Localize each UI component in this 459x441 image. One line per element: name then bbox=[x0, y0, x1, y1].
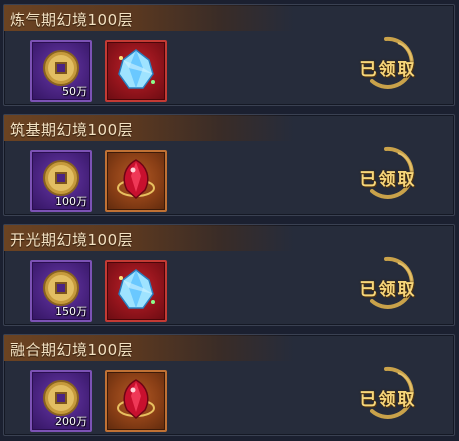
claimed-stamp: 已领取 bbox=[352, 255, 424, 311]
reward-card-header: 开光期幻境100层 bbox=[4, 225, 294, 251]
claimed-stamp: 已领取 bbox=[352, 365, 424, 421]
red-ruby-gem-icon bbox=[117, 159, 155, 200]
copper-coin-item[interactable]: 100万 bbox=[30, 150, 92, 212]
reward-title: 开光期幻境100层 bbox=[10, 231, 134, 249]
reward-card-header: 筑基期幻境100层 bbox=[4, 115, 294, 141]
gem-item[interactable] bbox=[105, 40, 167, 102]
reward-title: 炼气期幻境100层 bbox=[10, 11, 134, 29]
item-quantity: 100万 bbox=[55, 195, 87, 208]
blue-crystal-gem-icon bbox=[118, 269, 155, 309]
reward-title: 筑基期幻境100层 bbox=[10, 121, 134, 139]
copper-coin-item[interactable]: 50万 bbox=[30, 40, 92, 102]
gem-item[interactable] bbox=[105, 260, 167, 322]
claimed-stamp: 已领取 bbox=[352, 145, 424, 201]
gem-item[interactable] bbox=[105, 150, 167, 212]
claimed-stamp: 已领取 bbox=[352, 35, 424, 91]
item-quantity: 150万 bbox=[55, 305, 87, 318]
red-ruby-gem-icon bbox=[117, 379, 155, 420]
reward-card: 炼气期幻境100层 50万 已领取 bbox=[3, 4, 455, 106]
reward-list-panel: 炼气期幻境100层 50万 已领取 筑基期幻境100层 100万 已领取 开光期… bbox=[0, 0, 459, 441]
claimed-label: 已领取 bbox=[359, 60, 417, 80]
item-quantity: 200万 bbox=[55, 415, 87, 428]
blue-crystal-gem-icon bbox=[118, 49, 155, 89]
claimed-label: 已领取 bbox=[359, 170, 417, 190]
claimed-label: 已领取 bbox=[359, 280, 417, 300]
reward-card: 筑基期幻境100层 100万 已领取 bbox=[3, 114, 455, 216]
reward-title: 融合期幻境100层 bbox=[10, 341, 134, 359]
reward-card-header: 融合期幻境100层 bbox=[4, 335, 294, 361]
claimed-label: 已领取 bbox=[359, 390, 417, 410]
item-quantity: 50万 bbox=[62, 85, 87, 98]
copper-coin-item[interactable]: 150万 bbox=[30, 260, 92, 322]
reward-card: 融合期幻境100层 200万 已领取 bbox=[3, 334, 455, 436]
reward-card-header: 炼气期幻境100层 bbox=[4, 5, 294, 31]
reward-card: 开光期幻境100层 150万 已领取 bbox=[3, 224, 455, 326]
gem-item[interactable] bbox=[105, 370, 167, 432]
copper-coin-item[interactable]: 200万 bbox=[30, 370, 92, 432]
